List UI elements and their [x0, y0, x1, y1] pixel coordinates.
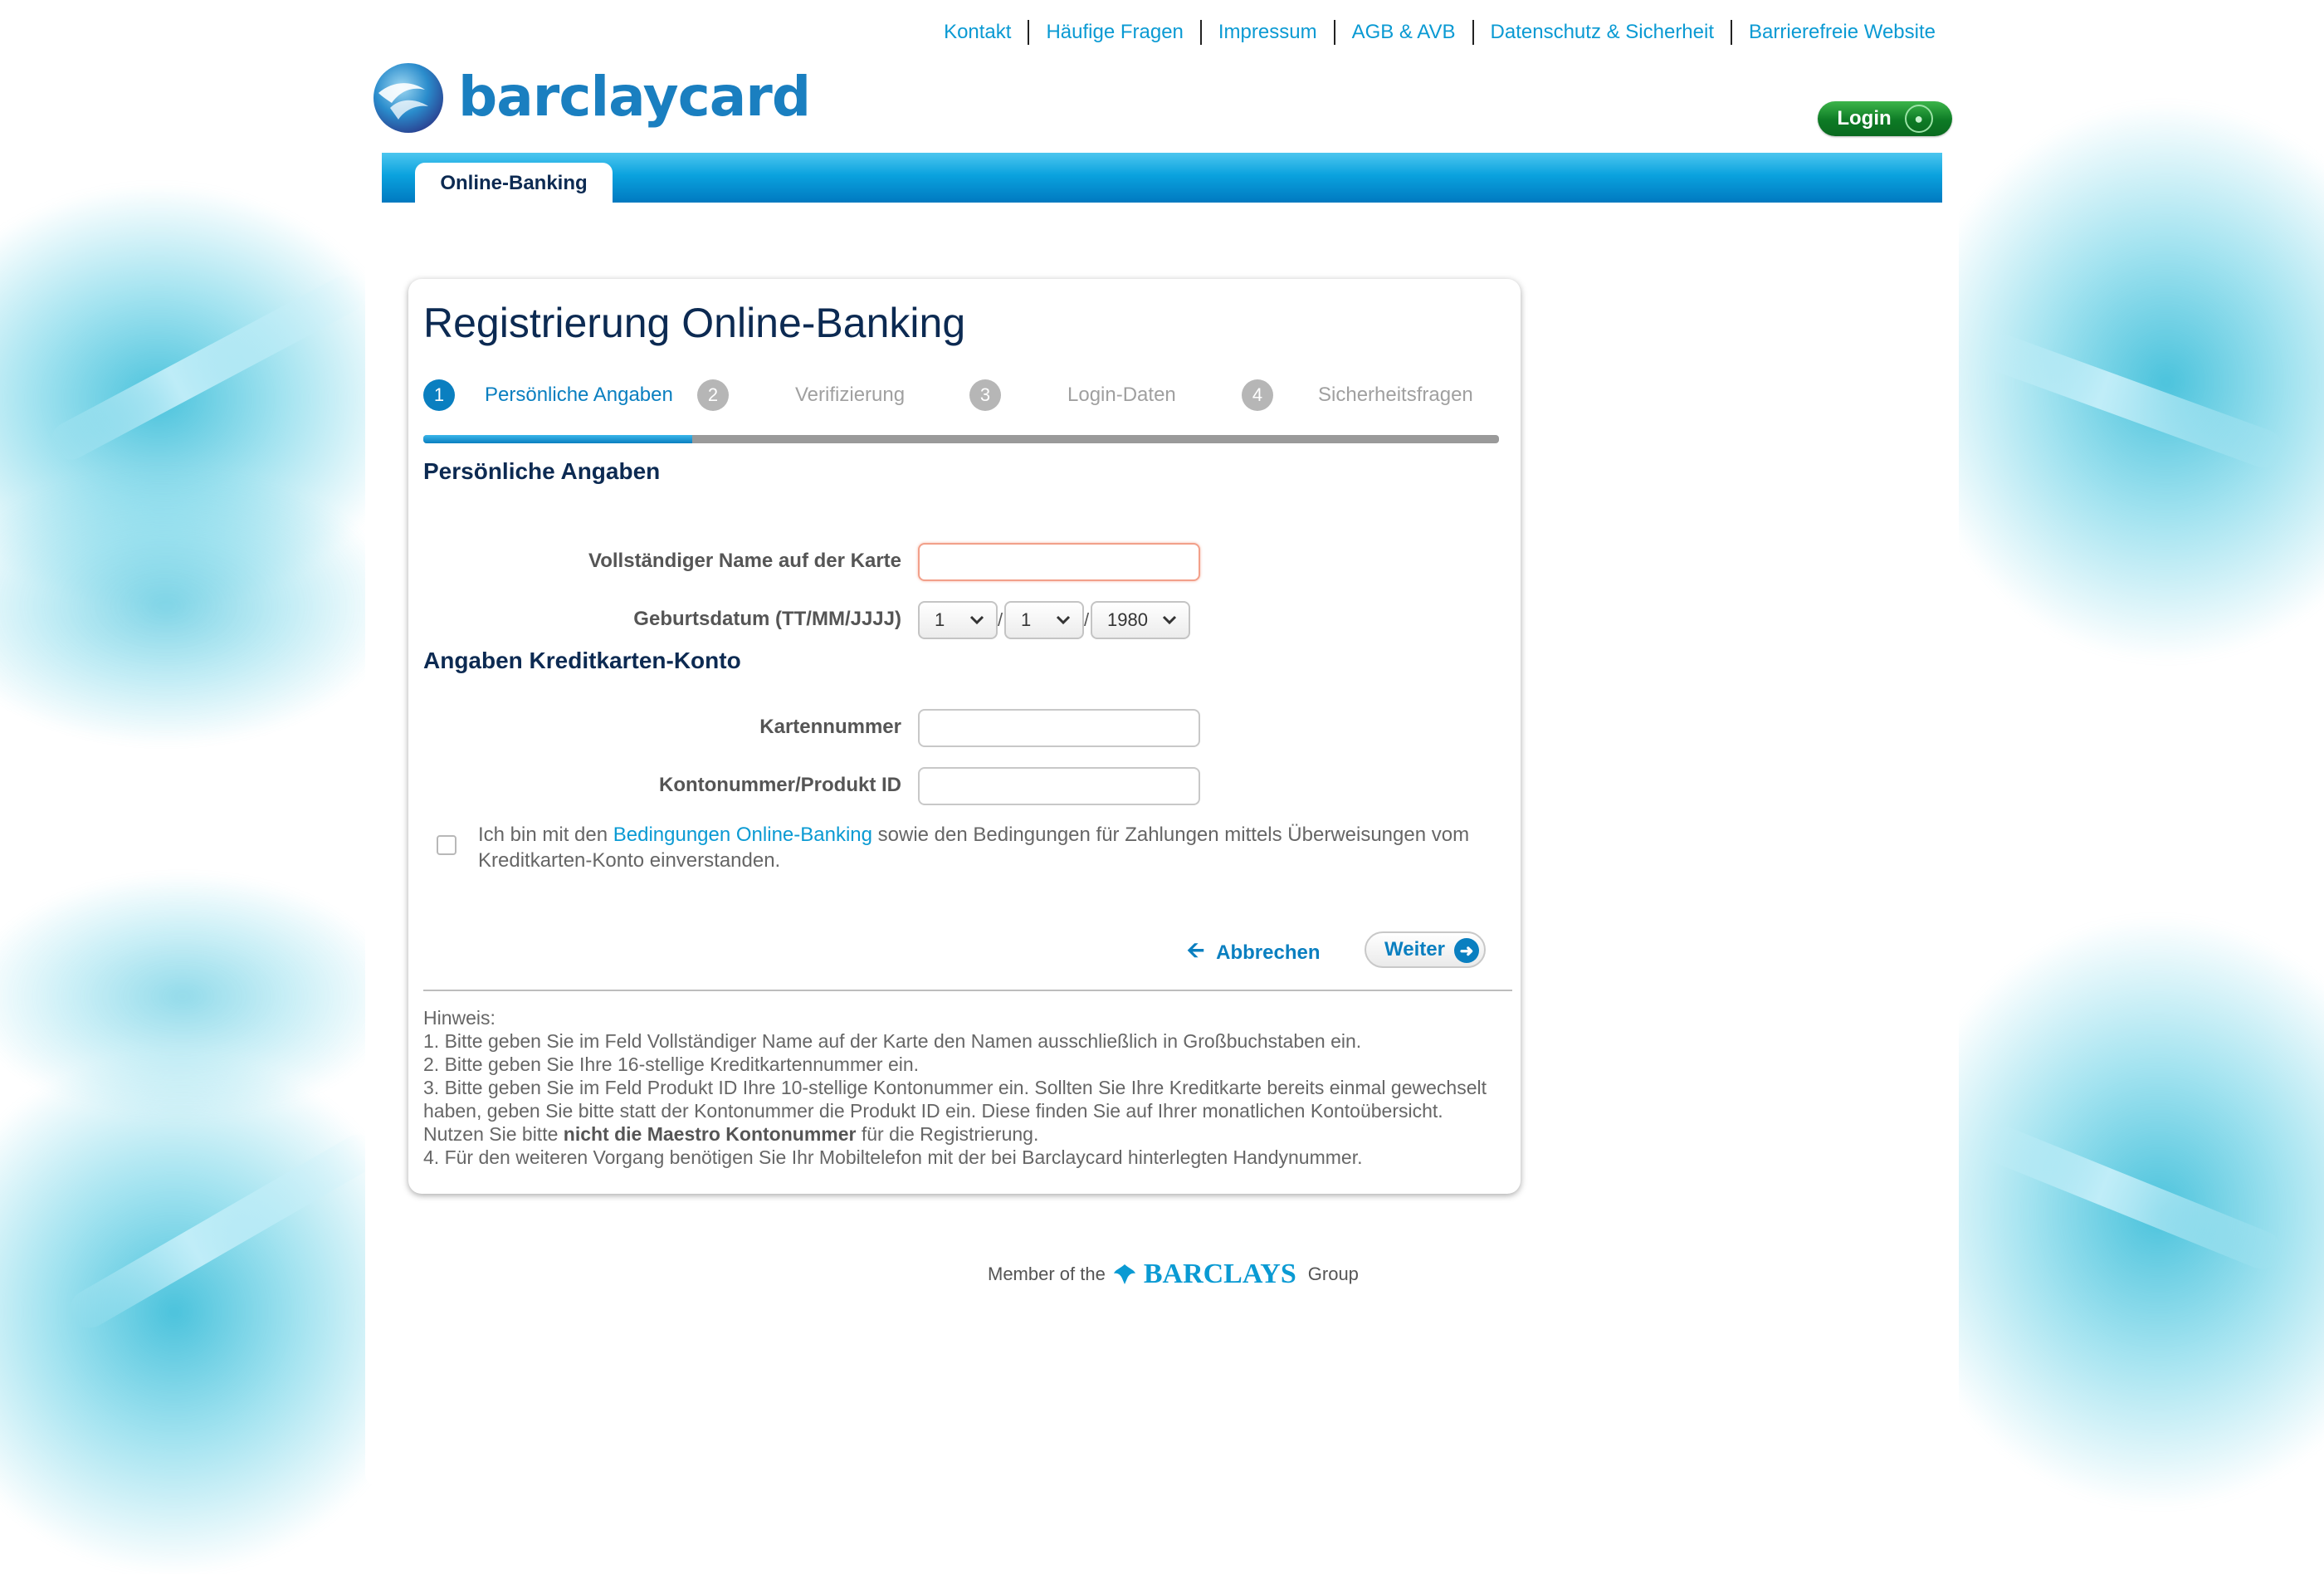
footer-member-text: Member of the: [988, 1264, 1106, 1284]
tab-online-banking[interactable]: Online-Banking: [415, 163, 613, 204]
barclaycard-logo[interactable]: barclaycard: [367, 56, 811, 136]
page-root: Kontakt Häufige Fragen Impressum AGB & A…: [0, 0, 2324, 1574]
hint-heading: Hinweis:: [423, 1007, 496, 1029]
hint-line-2: 2. Bitte geben Sie Ihre 16-stellige Kred…: [423, 1053, 920, 1075]
link-datenschutz[interactable]: Datenschutz & Sicherheit: [1472, 20, 1731, 45]
link-impressum[interactable]: Impressum: [1199, 20, 1334, 45]
hint-line-1: 1. Bitte geben Sie im Feld Vollständiger…: [423, 1030, 1362, 1052]
footer-group-text: Group: [1307, 1264, 1359, 1284]
dob-year-select[interactable]: 1980: [1091, 601, 1190, 639]
step-number: 1: [423, 379, 455, 411]
hint-line-3: 3. Bitte geben Sie im Feld Produkt ID Ih…: [423, 1076, 1502, 1146]
chevron-down-icon: [1056, 615, 1071, 625]
hint-line-3-post: für die Registrierung.: [856, 1123, 1039, 1145]
date-separator: /: [1084, 609, 1090, 630]
dob-day-select[interactable]: 1: [918, 601, 998, 639]
arrow-right-icon: ➜: [1454, 938, 1479, 963]
link-kontakt[interactable]: Kontakt: [927, 20, 1028, 45]
logo-text: barclaycard: [458, 64, 811, 129]
arrow-left-icon: 🡨: [1187, 937, 1205, 962]
barclays-footer: Member of the BARCLAYS Group: [988, 1259, 1359, 1290]
progress-bar-fill: [423, 435, 692, 443]
dob-year-value: 1980: [1107, 609, 1148, 630]
lock-icon: ●: [1904, 105, 1933, 133]
next-button[interactable]: Weiter ➜: [1365, 931, 1486, 968]
terms-checkbox[interactable]: [437, 835, 456, 855]
step-number: 2: [697, 379, 729, 411]
step-label: Sicherheitsfragen: [1318, 384, 1473, 406]
section-title-personal: Persönliche Angaben: [423, 458, 661, 484]
registration-card: Registrierung Online-Banking 1 Persönlic…: [408, 279, 1521, 1194]
step-label: Login-Daten: [1067, 384, 1176, 406]
next-label: Weiter: [1384, 938, 1445, 961]
section-title-account: Angaben Kreditkarten-Konto: [423, 648, 741, 673]
step-2: 2 Verifizierung: [697, 377, 905, 413]
step-indicator: 1 Persönliche Angaben 2 Verifizierung 3 …: [423, 377, 1502, 413]
hint-notes: Hinweis: 1. Bitte geben Sie im Feld Voll…: [423, 1006, 1502, 1169]
step-4: 4 Sicherheitsfragen: [1242, 377, 1473, 413]
cancel-label: Abbrechen: [1216, 941, 1321, 964]
top-links: Kontakt Häufige Fragen Impressum AGB & A…: [927, 18, 1952, 46]
dob-day-value: 1: [935, 609, 945, 630]
terms-text: Ich bin mit den Bedingungen Online-Banki…: [478, 822, 1491, 873]
terms-link[interactable]: Bedingungen Online-Banking: [613, 824, 872, 846]
name-input[interactable]: [918, 543, 1200, 581]
step-3: 3 Login-Daten: [969, 377, 1176, 413]
account-label: Kontonummer/Produkt ID: [659, 774, 901, 796]
background-swirl: [0, 872, 398, 1121]
barclays-brand-text: BARCLAYS: [1143, 1259, 1296, 1289]
chevron-down-icon: [1162, 615, 1177, 625]
hint-line-3-bold: nicht die Maestro Kontonummer: [563, 1123, 857, 1145]
step-number: 4: [1242, 379, 1273, 411]
step-label: Persönliche Angaben: [485, 384, 673, 406]
dob-month-select[interactable]: 1: [1004, 601, 1084, 639]
terms-text-pre: Ich bin mit den: [478, 824, 613, 846]
progress-bar: [423, 435, 1499, 443]
eagle-icon: [1113, 1264, 1135, 1284]
step-number: 3: [969, 379, 1001, 411]
login-button[interactable]: Login ●: [1818, 101, 1952, 136]
barclays-logo: BARCLAYS: [1112, 1259, 1296, 1290]
date-separator: /: [998, 609, 1003, 630]
dob-month-value: 1: [1021, 609, 1032, 630]
page-title: Registrierung Online-Banking: [423, 300, 966, 346]
link-barrierefrei[interactable]: Barrierefreie Website: [1731, 20, 1952, 45]
step-label: Verifizierung: [795, 384, 906, 406]
link-faq[interactable]: Häufige Fragen: [1028, 20, 1199, 45]
hint-line-4: 4. Für den weiteren Vorgang benötigen Si…: [423, 1146, 1363, 1168]
name-label: Vollständiger Name auf der Karte: [588, 550, 901, 572]
eagle-logo-icon: [367, 56, 445, 136]
step-1: 1 Persönliche Angaben: [423, 377, 673, 413]
link-agb[interactable]: AGB & AVB: [1333, 20, 1472, 45]
divider: [423, 990, 1512, 991]
chevron-down-icon: [969, 615, 984, 625]
dob-label: Geburtsdatum (TT/MM/JJJJ): [633, 608, 901, 630]
cancel-button[interactable]: 🡨 Abbrechen: [1187, 935, 1320, 971]
card-number-label: Kartennummer: [759, 716, 901, 738]
card-number-input[interactable]: [918, 709, 1200, 747]
account-input[interactable]: [918, 767, 1200, 805]
login-label: Login: [1837, 107, 1892, 130]
main-nav-bar: [382, 153, 1942, 203]
